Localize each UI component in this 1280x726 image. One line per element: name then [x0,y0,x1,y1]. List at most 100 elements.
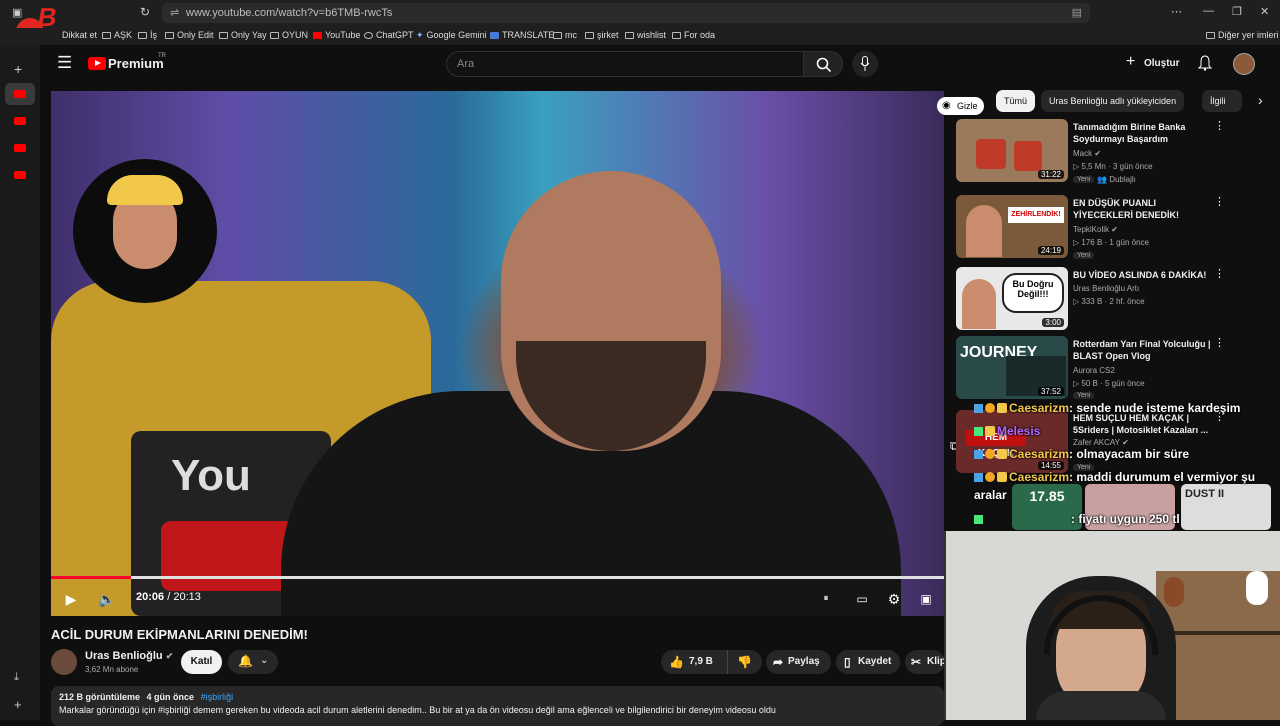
progress-bar[interactable] [51,576,944,579]
related-meta: ▷ 50 B · 5 gün önce [1073,379,1145,388]
theater-mode-icon[interactable]: ▣ [915,588,937,610]
other-bookmarks[interactable]: Diğer yer imleri [1206,30,1279,40]
join-button[interactable]: Katıl [181,650,222,674]
chip-from-uploader[interactable]: Uras Benlioğlu adlı yükleyiciden [1041,90,1185,112]
channel-name[interactable]: Uras Benlioğlu ✔ [85,650,173,662]
bookmark-item[interactable]: AŞK [102,30,132,40]
hashtag-link[interactable]: #işbirliği [201,692,234,702]
chip-related[interactable]: İlgili [1202,90,1242,112]
address-bar[interactable]: ⇌ www.youtube.com/watch?v=b6TMB-rwcTs ▤ [162,3,1090,23]
notifications-bell-icon[interactable] [1198,55,1212,71]
bookmark-item[interactable]: YouTube [313,30,360,40]
new-badge: Yeni [1073,252,1095,259]
related-title[interactable]: HEM SUÇLU HEM KAÇAK | 5Sriders | Motosik… [1073,412,1213,436]
like-button[interactable]: 👍 [669,650,684,674]
related-channel[interactable]: Uras Benlioğlu Artı [1073,284,1139,293]
bookmark-item[interactable]: For oda [672,30,715,40]
bookmark-item[interactable]: TRANSLATE [490,30,554,40]
more-actions-icon[interactable]: ⋮ [1214,336,1225,349]
create-button[interactable]: Oluştur [1144,58,1180,69]
youtube-logo-icon[interactable] [88,57,106,70]
search-input[interactable]: Ara [446,51,804,77]
add-icon[interactable]: + [14,697,22,712]
youtube-icon[interactable] [14,117,26,125]
related-video[interactable]: Bu Doğru Değil!!! 3:00 BU VİDEO ASLINDA 6… [956,267,1236,333]
browser-title-bar: ▣ ↻ ⇌ www.youtube.com/watch?v=b6TMB-rwcT… [0,0,1280,28]
reload-icon[interactable]: ↻ [140,5,150,19]
chevron-right-icon[interactable]: › [1258,92,1263,108]
video-thumbnail[interactable]: JOURNEY 37:52 [956,336,1068,399]
bookmark-item[interactable]: ✦ Google Gemini [416,30,487,41]
related-video[interactable]: 31:22 Tanımadığım Birine Banka Soydurmay… [956,119,1236,185]
mic-icon [860,56,870,71]
bookmark-item[interactable]: mc [553,30,577,40]
video-player[interactable]: You [51,91,944,616]
download-icon[interactable]: ⤓ [14,671,19,684]
video-thumbnail[interactable]: 31:22 [956,119,1068,182]
creator-overlay-avatar [73,159,217,303]
close-button[interactable]: ✕ [1260,5,1269,18]
video-thumbnail[interactable]: HEM KAÇAK 14:55 [956,410,1068,473]
related-channel[interactable]: TepkiKolik ✔ [1073,225,1118,234]
view-count: 212 B görüntüleme [59,692,141,702]
share-button[interactable]: ➦ Paylaş [766,650,831,674]
voice-search-button[interactable] [852,51,878,77]
dislike-button[interactable]: 👎 [737,650,752,674]
video-thumbnail[interactable]: Bu Doğru Değil!!! 3:00 [956,267,1068,330]
subtitles-icon[interactable]: ▭ [851,588,873,610]
create-icon[interactable]: + [1126,53,1135,71]
subscription-bell-button[interactable]: 🔔 ⌄ [228,650,278,674]
eye-slash-icon: ◉ [942,100,951,111]
chat-message: Caesarizm: olmayacam bir süre [974,447,1189,461]
search-icon [816,57,832,73]
more-icon[interactable]: ⋯ [1171,5,1182,18]
premium-logo[interactable]: Premium [108,56,164,71]
more-actions-icon[interactable]: ⋮ [1214,195,1225,208]
autoplay-toggle-icon[interactable]: ⏸ [815,588,837,610]
related-title[interactable]: BU VİDEO ASLINDA 6 DAKİKA! [1073,269,1213,281]
bookmark-item[interactable]: Only Edit [165,30,214,40]
related-video[interactable]: HEM KAÇAK 14:55 HEM SUÇLU HEM KAÇAK | 5S… [956,410,1236,476]
related-channel[interactable]: Zafer AKCAY ✔ [1073,438,1129,447]
bookmark-item[interactable]: Dikkat et [62,30,97,40]
related-channel[interactable]: Mack ✔ [1073,149,1101,158]
publish-date: 4 gün önce [146,692,195,702]
youtube-icon[interactable] [14,144,26,152]
related-channel[interactable]: Aurora CS2 [1073,366,1115,375]
video-thumbnail[interactable]: ZEHİRLENDİK! 24:19 [956,195,1068,258]
related-meta: ▷ 176 B · 1 gün önce [1073,238,1149,247]
hide-button[interactable]: ◉ Gizle [937,97,984,115]
add-icon[interactable]: + [14,61,22,77]
like-dislike-group: 👍 7,9 B 👎 [661,650,762,674]
rail-item-active[interactable] [5,83,35,105]
minimize-button[interactable]: — [1203,5,1214,17]
more-actions-icon[interactable]: ⋮ [1214,267,1225,280]
save-button[interactable]: ▯ Kaydet [836,650,900,674]
description-box[interactable]: 212 B görüntüleme 4 gün önce #işbirliği … [51,686,944,726]
related-title[interactable]: Rotterdam Yarı Final Yolculuğu | BLAST O… [1073,338,1213,362]
more-actions-icon[interactable]: ⋮ [1214,119,1225,132]
search-button[interactable] [803,51,843,77]
chip-all[interactable]: Tümü [996,90,1036,112]
bookmark-item[interactable]: ChatGPT [364,30,414,40]
bookmark-item[interactable]: Only Yay [219,30,267,40]
related-title[interactable]: EN DÜŞÜK PUANLI YİYECEKLERİ DENEDİK! [1073,197,1213,221]
volume-icon[interactable]: 🔈 [96,588,118,610]
clip-button[interactable]: ✂ Klip [905,650,945,674]
related-video[interactable]: ZEHİRLENDİK! 24:19 EN DÜŞÜK PUANLI YİYEC… [956,195,1236,261]
bookmark-item[interactable]: OYUN [270,30,308,40]
chat-message: : fiyatı uygun 250 tl [974,512,1180,526]
bookmark-item[interactable]: şirket [585,30,619,40]
settings-gear-icon[interactable]: ⚙ [883,588,905,610]
bookmark-item[interactable]: wishlist [625,30,666,40]
channel-avatar[interactable] [51,649,77,675]
bookmark-item[interactable]: İş [138,30,157,40]
play-button[interactable]: ▶ [60,588,82,610]
menu-icon[interactable]: ☰ [57,53,72,73]
maximize-button[interactable]: ❐ [1232,5,1242,18]
related-video[interactable]: JOURNEY 37:52 Rotterdam Yarı Final Yolcu… [956,336,1236,402]
reader-icon[interactable]: ▤ [1072,3,1082,23]
related-title[interactable]: Tanımadığım Birine Banka Soydurmayı Başa… [1073,121,1213,145]
account-avatar[interactable] [1233,53,1255,75]
youtube-icon[interactable] [14,171,26,179]
